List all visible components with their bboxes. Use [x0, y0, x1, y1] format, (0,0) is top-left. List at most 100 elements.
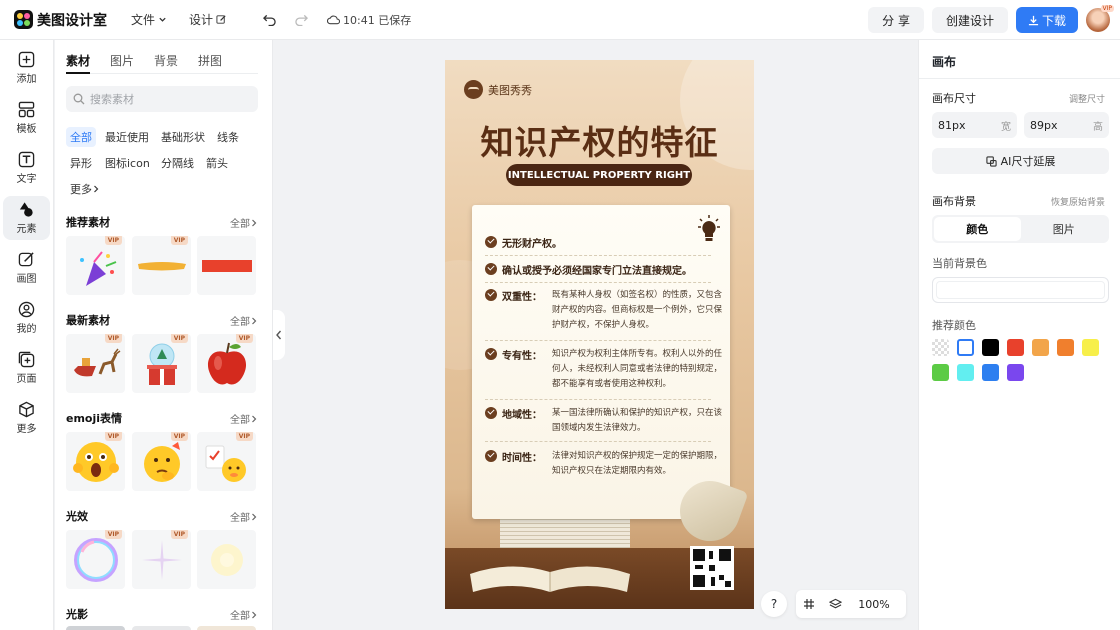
- divider: [485, 399, 711, 400]
- tab-picture[interactable]: 图片: [1021, 217, 1108, 241]
- swatch-transparent[interactable]: [932, 339, 949, 356]
- app-logo[interactable]: 美图设计室: [14, 10, 107, 30]
- material-tile-brush-stroke[interactable]: VIP: [132, 236, 191, 295]
- rail-item-mine[interactable]: 我的: [3, 296, 50, 340]
- chip-arrows[interactable]: 箭头: [202, 153, 232, 173]
- material-tile-sparkle[interactable]: VIP: [132, 530, 191, 589]
- zoom-level[interactable]: 100%: [848, 590, 900, 618]
- swatch-white[interactable]: [957, 339, 974, 356]
- section-all-light-effects[interactable]: 全部: [230, 509, 258, 524]
- share-button[interactable]: 分 享: [868, 7, 924, 33]
- swatch-light-orange[interactable]: [1032, 339, 1049, 356]
- chevron-right-icon: [252, 611, 257, 618]
- material-tile-party-popper[interactable]: VIP: [66, 236, 125, 295]
- create-design-button[interactable]: 创建设计: [931, 7, 1008, 33]
- ai-extend-button[interactable]: AI尺寸延展: [932, 148, 1109, 174]
- material-tile-sleigh[interactable]: VIP: [66, 334, 125, 393]
- material-tile-bubble[interactable]: VIP: [66, 530, 125, 589]
- height-unit: 高: [1093, 121, 1103, 133]
- material-tile-emoji-shocked[interactable]: VIP: [66, 432, 125, 491]
- avatar[interactable]: VIP: [1086, 5, 1114, 32]
- apple-icon: [207, 342, 246, 384]
- width-field[interactable]: 81px 宽: [932, 112, 1017, 138]
- chip-dividers[interactable]: 分隔线: [157, 153, 198, 173]
- swatch-red[interactable]: [1007, 339, 1024, 356]
- height-field[interactable]: 89px 高: [1024, 112, 1109, 138]
- download-button[interactable]: 下载: [1015, 7, 1078, 33]
- material-tile-snow-globe[interactable]: VIP: [132, 334, 191, 393]
- poster-title[interactable]: 知识产权的特征: [445, 116, 754, 164]
- poster-item-4[interactable]: 专有性： 知识产权为权利主体所专有。权利人以外的任何人，未经权利人同意或者法律的…: [485, 347, 724, 392]
- swatch-blue[interactable]: [982, 364, 999, 381]
- redo-button[interactable]: [289, 8, 313, 32]
- material-tile-red-bar[interactable]: [197, 236, 256, 295]
- material-tile-apple[interactable]: VIP: [197, 334, 256, 393]
- collapse-panel-button[interactable]: [273, 310, 285, 360]
- adjust-size-link[interactable]: 调整尺寸: [1069, 92, 1105, 105]
- grid-button[interactable]: [796, 590, 822, 618]
- chip-recent[interactable]: 最近使用: [101, 127, 153, 147]
- help-button[interactable]: ?: [761, 591, 787, 617]
- poster-item-6[interactable]: 时间性： 法律对知识产权的保护规定一定的保护期限，知识产权只在法定期限内有效。: [485, 449, 724, 479]
- rail-item-element[interactable]: 元素: [3, 196, 50, 240]
- swatch-orange[interactable]: [1057, 339, 1074, 356]
- section-all-label: 全部: [230, 219, 250, 230]
- swatch-green[interactable]: [932, 364, 949, 381]
- section-all-emoji[interactable]: 全部: [230, 411, 258, 426]
- poster-subtitle[interactable]: INTELLECTUAL PROPERTY RIGHT: [506, 164, 692, 186]
- poster-brand[interactable]: 美图秀秀: [464, 80, 532, 99]
- design-menu-label: 设计: [189, 13, 214, 27]
- material-tile-shadow-2[interactable]: [132, 626, 191, 630]
- material-tile-shadow-1[interactable]: [66, 626, 125, 630]
- chip-icons[interactable]: 图标icon: [101, 153, 154, 173]
- shocked-emoji-icon: [72, 441, 119, 482]
- chip-lines[interactable]: 线条: [213, 127, 243, 147]
- swatch-cyan[interactable]: [957, 364, 974, 381]
- poster-item-1[interactable]: 无形财产权。: [485, 235, 562, 250]
- search-input[interactable]: 搜索素材: [66, 86, 258, 112]
- section-all-light-shadow[interactable]: 全部: [230, 607, 258, 622]
- file-menu-label: 文件: [131, 13, 156, 27]
- design-canvas[interactable]: 美图秀秀 知识产权的特征 INTELLECTUAL PROPERTY RIGHT…: [445, 60, 754, 609]
- qr-code[interactable]: [690, 546, 734, 590]
- section-all-recommended[interactable]: 全部: [230, 215, 258, 230]
- material-tile-shadow-3[interactable]: [197, 626, 256, 630]
- material-tile-glow[interactable]: [197, 530, 256, 589]
- help-label: ?: [770, 597, 778, 611]
- restore-background-link[interactable]: 恢复原始背景: [1051, 195, 1105, 208]
- material-tile-emoji-thinking[interactable]: VIP: [132, 432, 191, 491]
- undo-button[interactable]: [257, 8, 281, 32]
- chip-more[interactable]: 更多: [66, 179, 104, 199]
- file-menu[interactable]: 文件: [131, 11, 167, 28]
- chip-all[interactable]: 全部: [66, 127, 96, 147]
- section-all-latest[interactable]: 全部: [230, 313, 258, 328]
- poster-item-3[interactable]: 双重性： 既有某种人身权（如签名权）的性质，又包含财产权的内容。但商标权是一个例…: [485, 288, 724, 333]
- swatch-yellow[interactable]: [1082, 339, 1099, 356]
- open-book-image[interactable]: [465, 560, 635, 596]
- rail-label-text: 文字: [16, 174, 37, 185]
- rail-item-draw[interactable]: 画图: [3, 246, 50, 290]
- swatch-purple[interactable]: [1007, 364, 1024, 381]
- design-menu[interactable]: 设计: [189, 11, 227, 28]
- tab-collage[interactable]: 拼图: [198, 52, 222, 74]
- rail-item-page[interactable]: 页面: [3, 346, 50, 390]
- rail-item-more[interactable]: 更多: [3, 396, 50, 440]
- material-tile-emoji-checklist[interactable]: VIP: [197, 432, 256, 491]
- chip-basic-shapes[interactable]: 基础形状: [157, 127, 209, 147]
- current-color-picker[interactable]: [932, 277, 1109, 303]
- tab-material[interactable]: 素材: [66, 52, 91, 74]
- rail-item-text[interactable]: 文字: [3, 146, 50, 190]
- layers-button[interactable]: [822, 590, 848, 618]
- rail-item-template[interactable]: 模板: [3, 96, 50, 140]
- swatch-black[interactable]: [982, 339, 999, 356]
- chip-irregular[interactable]: 异形: [66, 153, 96, 173]
- paper-note[interactable]: 无形财产权。 确认或授予必须经国家专门立法直接规定。 双重性： 既有某种人身权（…: [472, 205, 749, 550]
- search-icon: [73, 93, 85, 105]
- tab-background[interactable]: 背景: [154, 52, 178, 74]
- tab-image[interactable]: 图片: [110, 52, 134, 74]
- rail-item-add[interactable]: 添加: [3, 46, 50, 90]
- poster-item-5[interactable]: 地域性： 某一国法律所确认和保护的知识产权，只在该国领域内发生法律效力。: [485, 406, 724, 436]
- poster-item-2[interactable]: 确认或授予必须经国家专门立法直接规定。: [485, 262, 692, 277]
- check-badge-icon: [485, 348, 497, 360]
- tab-color[interactable]: 颜色: [934, 217, 1021, 241]
